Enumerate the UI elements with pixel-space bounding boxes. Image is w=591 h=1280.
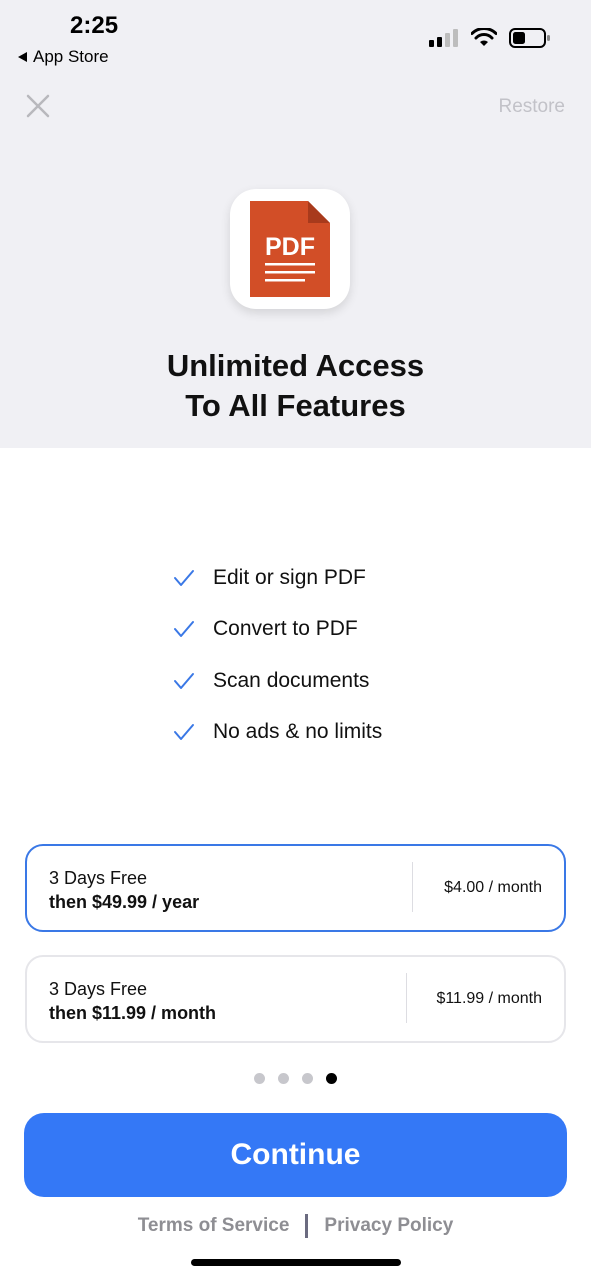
wifi-icon [471, 28, 497, 46]
title-line-2: To All Features [185, 388, 406, 423]
title-line-1: Unlimited Access [166, 348, 425, 383]
feature-item: Scan documents [172, 655, 382, 707]
footer-links: Terms of Service Privacy Policy [0, 1214, 591, 1238]
feature-item: Convert to PDF [172, 604, 382, 656]
checkmark-icon [174, 672, 194, 689]
page-title: Unlimited Access To All Features [0, 346, 591, 426]
plan-terms: then $49.99 / year [49, 892, 200, 912]
cellular-signal-icon [429, 29, 458, 47]
page-dot-active[interactable] [326, 1073, 337, 1084]
status-time: 2:25 [70, 12, 119, 39]
continue-button[interactable]: Continue [24, 1113, 567, 1197]
close-button[interactable] [24, 92, 52, 120]
page-indicator [0, 1073, 591, 1084]
footer-separator [305, 1214, 309, 1238]
privacy-policy-link[interactable]: Privacy Policy [324, 1215, 453, 1237]
plan-price: $11.99 / month [436, 990, 542, 1007]
pdf-icon-label: PDF [265, 233, 315, 261]
feature-label: No ads & no limits [213, 720, 383, 744]
back-to-app-store-link[interactable]: App Store [18, 47, 109, 67]
feature-label: Convert to PDF [213, 617, 358, 641]
feature-list: Edit or sign PDF Convert to PDF Scan doc… [172, 552, 382, 758]
back-arrow-icon [18, 52, 27, 62]
plan-terms: then $11.99 / month [49, 1003, 217, 1023]
feature-item: Edit or sign PDF [172, 552, 382, 604]
close-icon [26, 94, 50, 118]
home-indicator [191, 1259, 401, 1266]
plan-description: 3 Days Free then $49.99 / year [49, 866, 199, 914]
status-icons [429, 28, 551, 48]
back-label: App Store [33, 47, 109, 66]
checkmark-icon [174, 621, 194, 638]
plan-trial: 3 Days Free [49, 868, 148, 888]
restore-button[interactable]: Restore [498, 96, 565, 118]
pdf-document-icon: PDF [250, 201, 330, 297]
plan-trial: 3 Days Free [49, 979, 148, 999]
app-icon: PDF [230, 189, 350, 309]
page-dot[interactable] [254, 1073, 265, 1084]
battery-icon [509, 28, 550, 48]
plan-description: 3 Days Free then $11.99 / month [49, 977, 216, 1025]
checkmark-icon [174, 569, 194, 586]
plan-divider [412, 862, 413, 912]
feature-label: Scan documents [213, 668, 370, 692]
plan-option-yearly[interactable]: 3 Days Free then $49.99 / year $4.00 / m… [25, 844, 566, 932]
page-dot[interactable] [302, 1073, 313, 1084]
page-dot[interactable] [278, 1073, 289, 1084]
feature-item: No ads & no limits [172, 707, 382, 759]
terms-of-service-link[interactable]: Terms of Service [138, 1215, 290, 1237]
checkmark-icon [174, 724, 194, 741]
plan-option-monthly[interactable]: 3 Days Free then $11.99 / month $11.99 /… [25, 955, 566, 1043]
feature-label: Edit or sign PDF [213, 565, 366, 589]
plan-price: $4.00 / month [444, 879, 542, 896]
plan-divider [406, 973, 407, 1023]
